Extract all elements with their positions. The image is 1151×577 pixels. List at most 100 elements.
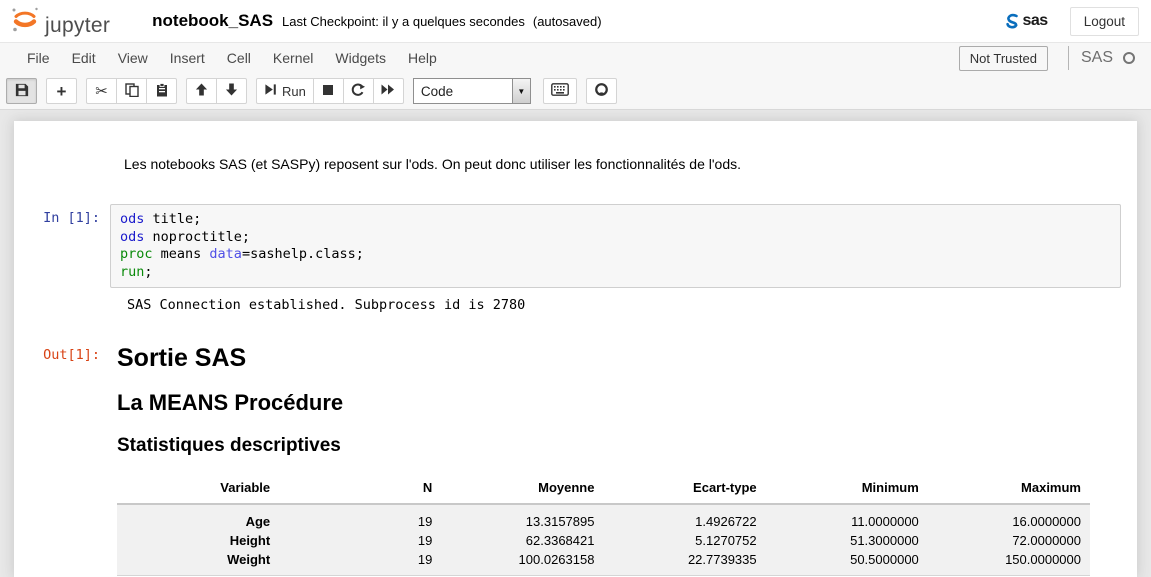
value-cell: 72.0000000 bbox=[928, 531, 1090, 550]
not-trusted-button[interactable]: Not Trusted bbox=[959, 46, 1048, 71]
value-cell: 51.3000000 bbox=[766, 531, 928, 550]
move-cell-down-button[interactable] bbox=[216, 78, 247, 104]
paste-icon bbox=[155, 83, 169, 100]
output-cell: Out[1]: Sortie SAS La MEANS Procédure St… bbox=[14, 341, 1137, 576]
code-line: proc means data=sashelp.class; bbox=[120, 246, 1111, 264]
kernel-divider bbox=[1068, 46, 1069, 70]
row-label-cell: Age bbox=[117, 504, 279, 531]
move-up-icon bbox=[195, 83, 208, 99]
markdown-cell[interactable]: Les notebooks SAS (et SASPy) reposent su… bbox=[124, 155, 1097, 174]
kernel-name: SAS bbox=[1081, 49, 1113, 67]
value-cell: 11.0000000 bbox=[766, 504, 928, 531]
code-line: ods title; bbox=[120, 211, 1111, 229]
output-heading-3: Statistiques descriptives bbox=[117, 434, 1137, 458]
table-header-cell: Maximum bbox=[928, 474, 1090, 504]
sas-html-output: Sortie SAS La MEANS Procédure Statistiqu… bbox=[110, 341, 1137, 576]
output-heading-2: La MEANS Procédure bbox=[117, 389, 1137, 416]
menu-help[interactable]: Help bbox=[397, 50, 448, 66]
menu-widgets[interactable]: Widgets bbox=[324, 50, 397, 66]
jupyter-logo[interactable]: jupyter bbox=[10, 4, 110, 39]
github-extension-button[interactable] bbox=[586, 78, 617, 104]
fast-forward-icon bbox=[381, 83, 395, 99]
cell-type-dropdown[interactable]: Code ▼ bbox=[413, 78, 531, 104]
keyboard-icon bbox=[551, 83, 569, 99]
header-bar: jupyter notebook_SAS Last Checkpoint: il… bbox=[0, 0, 1151, 42]
paste-cell-button[interactable] bbox=[146, 78, 177, 104]
table-row: Weight19100.026315822.773933550.50000001… bbox=[117, 550, 1090, 576]
row-label-cell: Weight bbox=[117, 550, 279, 576]
table-header-cell: N bbox=[279, 474, 441, 504]
value-cell: 100.0263158 bbox=[441, 550, 603, 576]
jupyter-logo-icon bbox=[10, 4, 40, 39]
restart-icon bbox=[351, 83, 365, 100]
code-cell: In [1]: ods title;ods noproctitle;proc m… bbox=[14, 204, 1137, 288]
menu-bar: File Edit View Insert Cell Kernel Widget… bbox=[0, 42, 1151, 73]
save-button[interactable] bbox=[6, 78, 37, 104]
cell-type-value: Code bbox=[421, 84, 453, 99]
toolbar: + ✂ bbox=[0, 73, 1151, 110]
save-icon bbox=[15, 83, 29, 100]
autosave-status: (autosaved) bbox=[533, 14, 602, 29]
notebook-title[interactable]: notebook_SAS bbox=[152, 11, 273, 31]
table-header-row: VariableNMoyenneEcart-typeMinimumMaximum bbox=[117, 474, 1090, 504]
add-cell-button[interactable]: + bbox=[46, 78, 77, 104]
jupyter-wordmark: jupyter bbox=[45, 13, 110, 39]
interrupt-kernel-button[interactable] bbox=[313, 78, 344, 104]
code-line: run; bbox=[120, 264, 1111, 282]
table-header-cell: Moyenne bbox=[441, 474, 603, 504]
sas-swirl-icon bbox=[1003, 12, 1022, 31]
menu-edit[interactable]: Edit bbox=[61, 50, 107, 66]
run-icon bbox=[264, 83, 277, 99]
row-label-cell: Height bbox=[117, 531, 279, 550]
run-button-label: Run bbox=[282, 84, 306, 99]
table-row: Age1913.31578951.492672211.000000016.000… bbox=[117, 504, 1090, 531]
run-cell-button[interactable]: Run bbox=[256, 78, 314, 104]
table-row: Height1962.33684215.127075251.300000072.… bbox=[117, 531, 1090, 550]
copy-cell-button[interactable] bbox=[116, 78, 147, 104]
checkpoint-status: Last Checkpoint: il y a quelques seconde… bbox=[282, 14, 525, 29]
menu-kernel[interactable]: Kernel bbox=[262, 50, 324, 66]
cut-icon: ✂ bbox=[95, 84, 108, 99]
value-cell: 62.3368421 bbox=[441, 531, 603, 550]
stdout-output: SAS Connection established. Subprocess i… bbox=[127, 297, 1137, 314]
copy-icon bbox=[125, 83, 139, 100]
cut-cell-button[interactable]: ✂ bbox=[86, 78, 117, 104]
table-body: Age1913.31578951.492672211.000000016.000… bbox=[117, 504, 1090, 576]
output-prompt: Out[1]: bbox=[14, 341, 110, 364]
move-cell-up-button[interactable] bbox=[186, 78, 217, 104]
means-table: VariableNMoyenneEcart-typeMinimumMaximum… bbox=[117, 474, 1090, 576]
output-heading-1: Sortie SAS bbox=[117, 343, 1137, 373]
add-cell-icon: + bbox=[57, 83, 67, 100]
command-palette-button[interactable] bbox=[543, 78, 577, 104]
input-prompt: In [1]: bbox=[14, 204, 110, 227]
sas-logo: sas bbox=[1003, 12, 1048, 31]
value-cell: 19 bbox=[279, 550, 441, 576]
value-cell: 5.1270752 bbox=[603, 531, 765, 550]
github-icon bbox=[594, 82, 609, 100]
stop-icon bbox=[322, 84, 334, 99]
table-header-cell: Ecart-type bbox=[603, 474, 765, 504]
code-line: ods noproctitle; bbox=[120, 229, 1111, 247]
value-cell: 150.0000000 bbox=[928, 550, 1090, 576]
run-all-below-button[interactable] bbox=[373, 78, 404, 104]
menu-view[interactable]: View bbox=[107, 50, 159, 66]
value-cell: 19 bbox=[279, 531, 441, 550]
value-cell: 1.4926722 bbox=[603, 504, 765, 531]
value-cell: 19 bbox=[279, 504, 441, 531]
menu-insert[interactable]: Insert bbox=[159, 50, 216, 66]
logout-button[interactable]: Logout bbox=[1070, 7, 1139, 36]
value-cell: 50.5000000 bbox=[766, 550, 928, 576]
table-header-cell: Variable bbox=[117, 474, 279, 504]
menu-cell[interactable]: Cell bbox=[216, 50, 262, 66]
sas-wordmark: sas bbox=[1023, 12, 1048, 30]
value-cell: 16.0000000 bbox=[928, 504, 1090, 531]
code-editor[interactable]: ods title;ods noproctitle;proc means dat… bbox=[110, 204, 1121, 288]
table-header-cell: Minimum bbox=[766, 474, 928, 504]
menu-file[interactable]: File bbox=[16, 50, 61, 66]
value-cell: 22.7739335 bbox=[603, 550, 765, 576]
dropdown-arrow-icon: ▼ bbox=[512, 79, 530, 103]
notebook-container: Les notebooks SAS (et SASPy) reposent su… bbox=[14, 121, 1137, 577]
kernel-idle-icon bbox=[1123, 52, 1135, 64]
move-down-icon bbox=[225, 83, 238, 99]
restart-kernel-button[interactable] bbox=[343, 78, 374, 104]
